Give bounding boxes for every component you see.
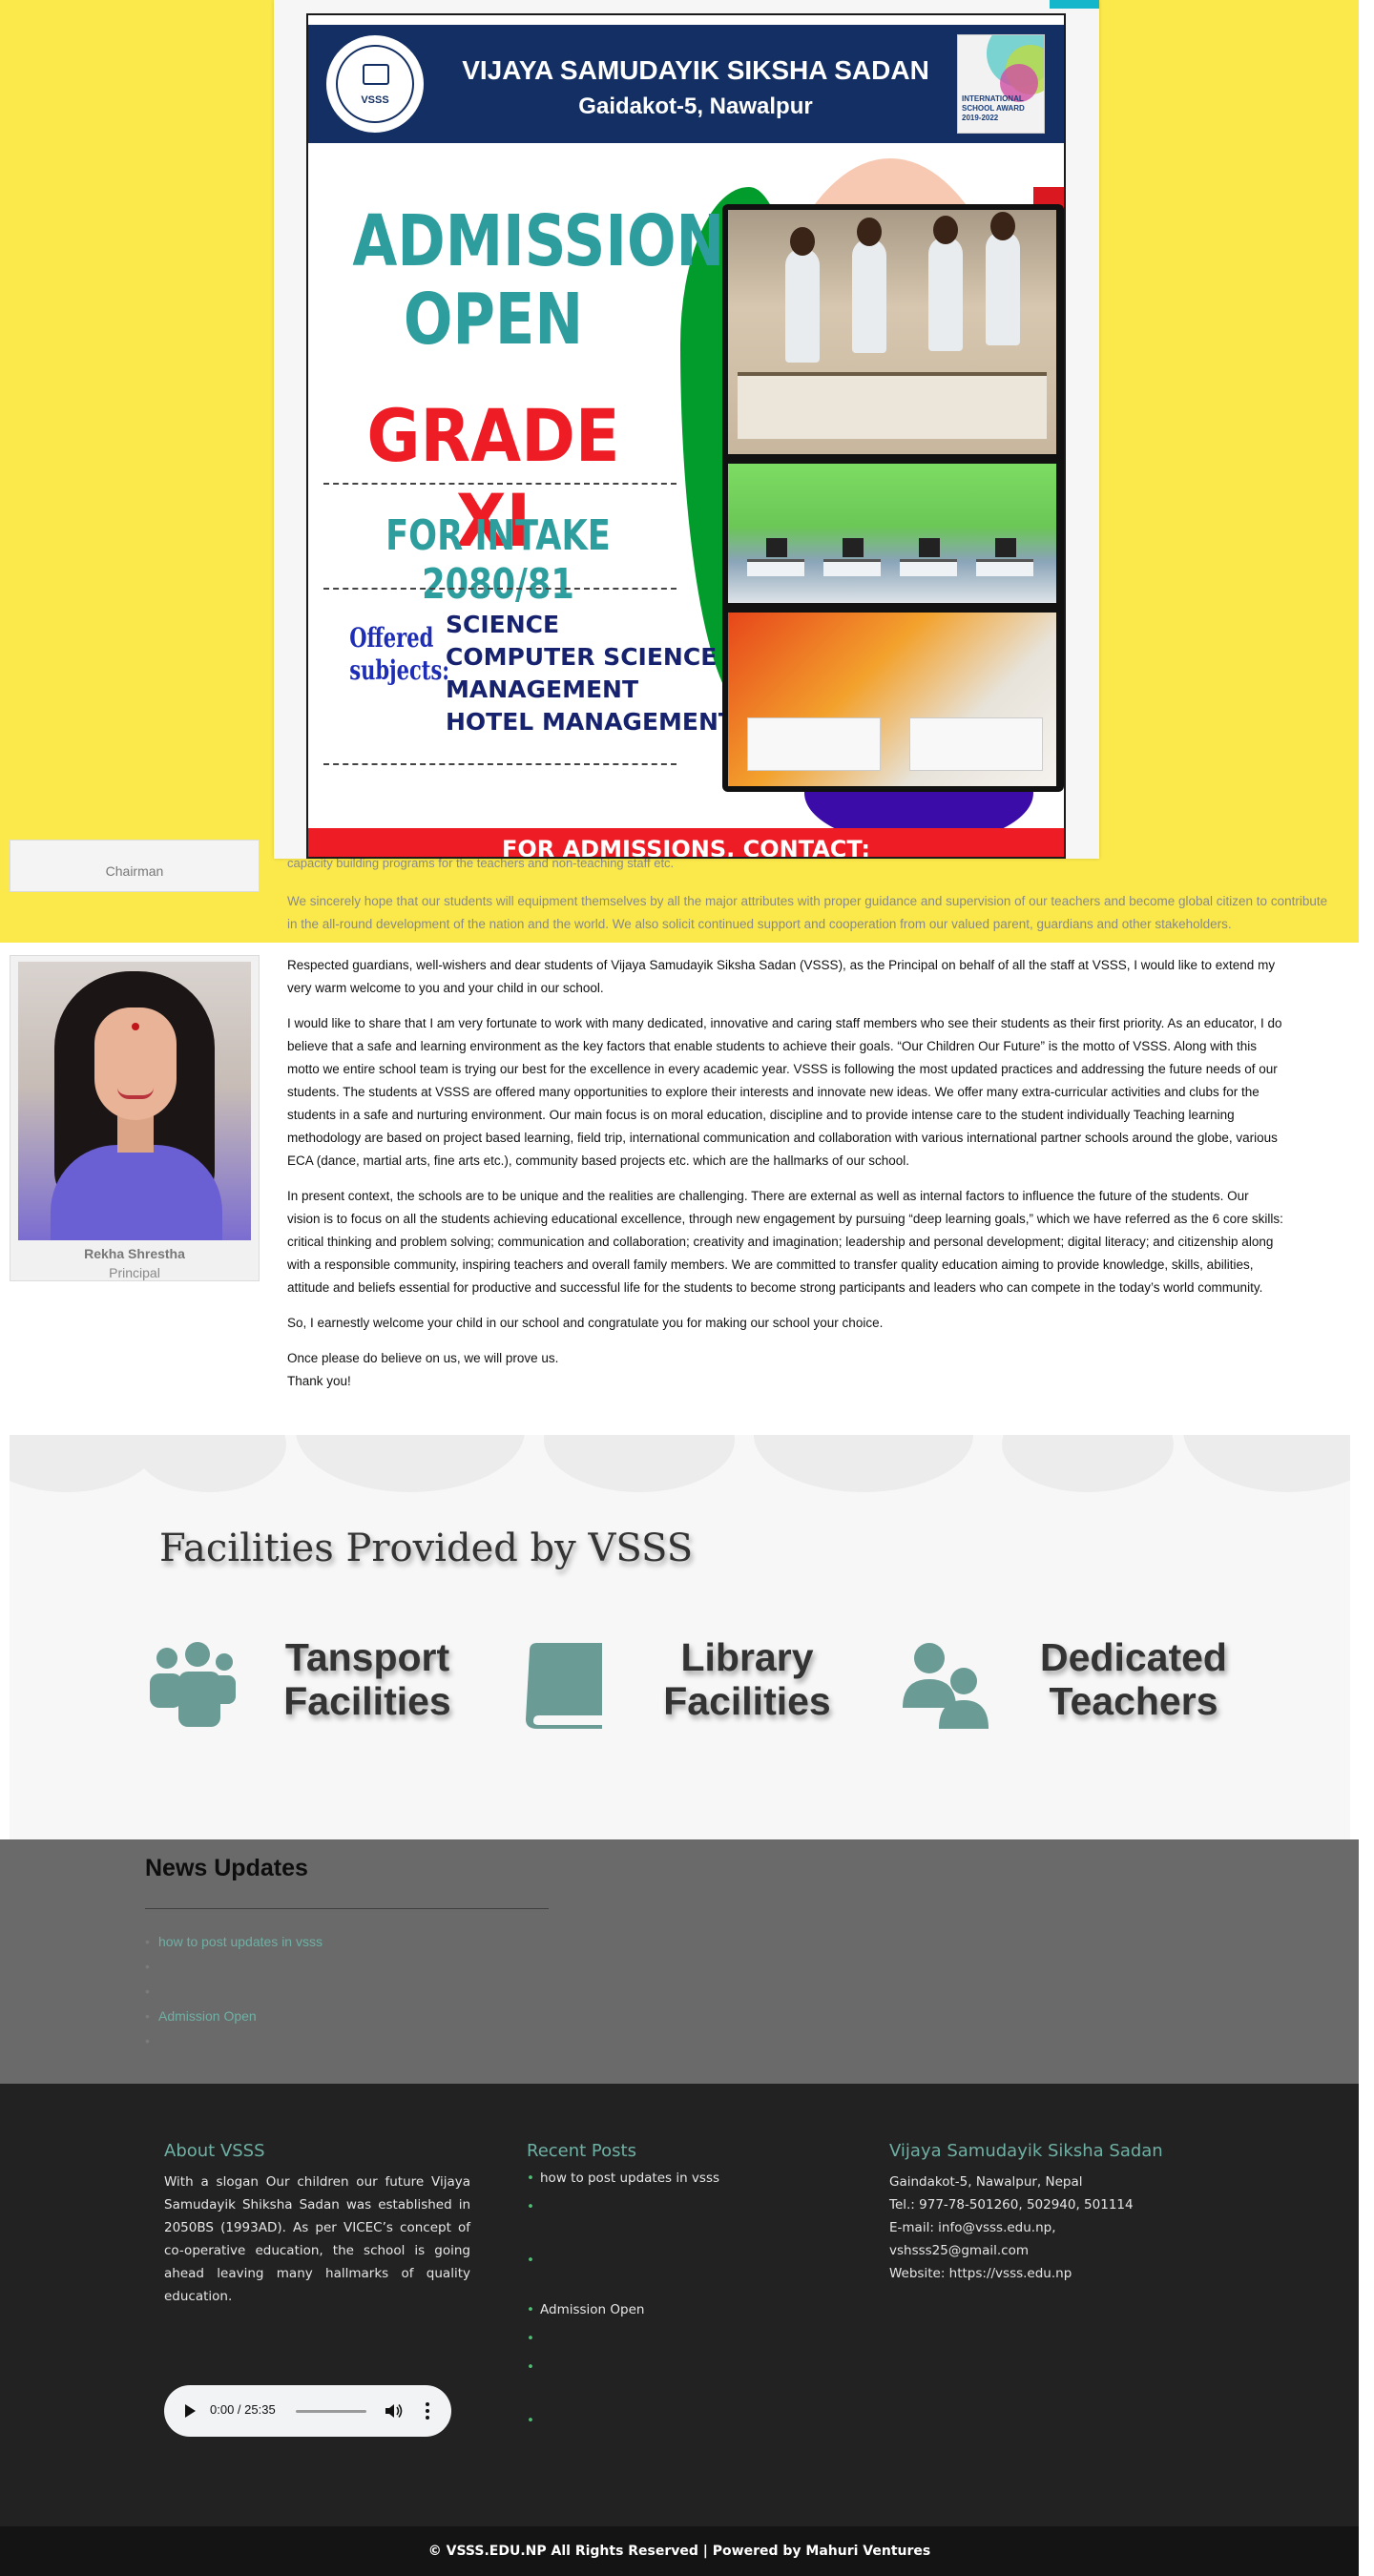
group-icon xyxy=(150,1642,236,1727)
news-divider xyxy=(145,1908,549,1909)
facility-library: Library Facilities xyxy=(520,1635,844,1740)
footer-recent-posts: Recent Posts how to post updates in vsss… xyxy=(527,2141,832,2441)
chairman-role: Chairman xyxy=(105,863,164,879)
footer-phone: Tel.: 977-78-501260, 502940, 501114 xyxy=(889,2197,1134,2212)
footer-post-link[interactable] xyxy=(527,2199,832,2253)
footer-posts-list: how to post updates in vsss Admission Op… xyxy=(527,2171,832,2441)
modal-close-button[interactable] xyxy=(1050,0,1099,9)
principal-closing: Once please do believe on us, we will pr… xyxy=(287,1351,559,1365)
flyer-headline: ADMISSION OPEN xyxy=(352,200,725,361)
news-list: how to post updates in vsss Admission Op… xyxy=(145,1929,323,2053)
flyer-photo-collage xyxy=(722,204,1064,792)
facility-label: Library Facilities xyxy=(663,1635,831,1723)
book-icon xyxy=(526,1643,602,1729)
footer-post-link[interactable] xyxy=(527,2359,832,2413)
footer-post-link[interactable] xyxy=(527,2331,832,2359)
facilities-banner: Facilities Provided by VSSS Tansport Faci… xyxy=(10,1435,1350,1839)
footer-post-link[interactable]: how to post updates in vsss xyxy=(527,2171,832,2199)
copyright-bar: © VSSS.EDU.NP All Rights Reserved | Powe… xyxy=(0,2526,1359,2576)
audio-player[interactable]: 0:00 / 25:35 xyxy=(164,2385,451,2437)
audio-time: 0:00 / 25:35 xyxy=(210,2402,276,2417)
scrollbar[interactable] xyxy=(1359,0,1374,2576)
principal-paragraph: In present context, the schools are to b… xyxy=(287,1189,1283,1295)
principal-card: Rekha Shrestha Principal xyxy=(10,955,260,1281)
play-icon[interactable] xyxy=(185,2404,196,2418)
news-item[interactable] xyxy=(145,1979,323,2004)
more-options-icon[interactable] xyxy=(426,2401,429,2420)
facility-transport: Tansport Facilities xyxy=(148,1635,463,1740)
flyer-divider xyxy=(323,763,677,765)
footer-post-link[interactable] xyxy=(527,2253,832,2302)
flyer-header: VSSS VIJAYA SAMUDAYIK SIKSHA SADAN Gaida… xyxy=(308,25,1064,143)
flyer-location: Gaidakot-5, Nawalpur xyxy=(578,93,813,119)
principal-role: Principal xyxy=(109,1265,160,1280)
flyer-subjects: SCIENCE COMPUTER SCIENCE MANAGEMENT HOTE… xyxy=(446,611,735,736)
facility-label: Dedicated Teachers xyxy=(1040,1635,1227,1723)
audio-seek-bar[interactable] xyxy=(296,2410,366,2413)
footer-post-link[interactable]: Admission Open xyxy=(527,2302,832,2331)
principal-paragraph: So, I earnestly welcome your child in ou… xyxy=(287,1316,884,1330)
flyer-school-name: VIJAYA SAMUDAYIK SIKSHA SADAN xyxy=(462,55,929,85)
principal-name: Rekha Shrestha xyxy=(84,1246,185,1261)
flyer-intake: FOR INTAKE 2080/81 xyxy=(385,511,611,609)
computer-lab-photo xyxy=(728,464,1056,603)
flyer-divider xyxy=(323,483,677,485)
footer-email: E-mail: info@vsss.edu.np, vshsss25@gmail… xyxy=(889,2220,1056,2258)
copyright-text: © VSSS.EDU.NP All Rights Reserved | Powe… xyxy=(427,2544,931,2559)
principal-photo xyxy=(18,962,251,1240)
principal-paragraph: Respected guardians, well-wishers and de… xyxy=(287,958,1276,995)
admission-flyer-image[interactable]: VSSS VIJAYA SAMUDAYIK SIKSHA SADAN Gaida… xyxy=(306,13,1066,859)
news-item[interactable] xyxy=(145,2028,323,2053)
news-item[interactable]: Admission Open xyxy=(145,2004,323,2028)
facility-label: Tansport Facilities xyxy=(283,1635,451,1723)
footer-address: Gaindakot-5, Nawalpur, Nepal xyxy=(889,2174,1083,2190)
hotel-room-photo xyxy=(728,613,1056,786)
users-icon xyxy=(903,1643,989,1729)
chairman-card: Chairman xyxy=(10,840,260,892)
flyer-offered-label: Offered subjects: xyxy=(349,622,450,686)
footer-about-title: About VSSS xyxy=(164,2141,265,2161)
award-badge-icon: INTERNATIONAL SCHOOL AWARD 2019-2022 xyxy=(957,34,1045,134)
principal-section: Rekha Shrestha Principal Respected guard… xyxy=(0,943,1359,1425)
facility-teachers: Dedicated Teachers xyxy=(897,1635,1250,1740)
principal-thanks: Thank you! xyxy=(287,1374,351,1388)
chairman-text-hope: We sincerely hope that our students will… xyxy=(287,894,1328,931)
flyer-divider xyxy=(323,588,677,590)
footer-about-text: With a slogan Our children our future Vi… xyxy=(164,2174,470,2304)
footer-post-link[interactable] xyxy=(527,2413,832,2441)
news-title: News Updates xyxy=(145,1855,308,1881)
facilities-title: Facilities Provided by VSSS xyxy=(159,1527,694,1570)
flyer-contact-banner: FOR ADMISSIONS, CONTACT: xyxy=(308,828,1064,857)
principal-paragraph: I would like to share that I am very for… xyxy=(287,1016,1282,1168)
lab-photo xyxy=(728,210,1056,454)
principal-message: Respected guardians, well-wishers and de… xyxy=(287,954,1283,1393)
footer: About VSSS With a slogan Our children ou… xyxy=(0,2084,1359,2526)
footer-posts-title: Recent Posts xyxy=(527,2141,636,2161)
popup-modal: VSSS VIJAYA SAMUDAYIK SIKSHA SADAN Gaida… xyxy=(274,0,1099,859)
news-item[interactable]: how to post updates in vsss xyxy=(145,1929,323,1954)
news-item[interactable] xyxy=(145,1954,323,1979)
footer-contact-title: Vijaya Samudayik Siksha Sadan xyxy=(889,2141,1163,2161)
volume-icon[interactable] xyxy=(385,2403,403,2419)
footer-contact: Vijaya Samudayik Siksha Sadan Gaindakot-… xyxy=(889,2141,1195,2285)
footer-website: Website: https://vsss.edu.np xyxy=(889,2266,1072,2281)
footer-about: About VSSS With a slogan Our children ou… xyxy=(164,2141,470,2308)
news-updates: News Updates how to post updates in vsss… xyxy=(0,1839,1359,2084)
